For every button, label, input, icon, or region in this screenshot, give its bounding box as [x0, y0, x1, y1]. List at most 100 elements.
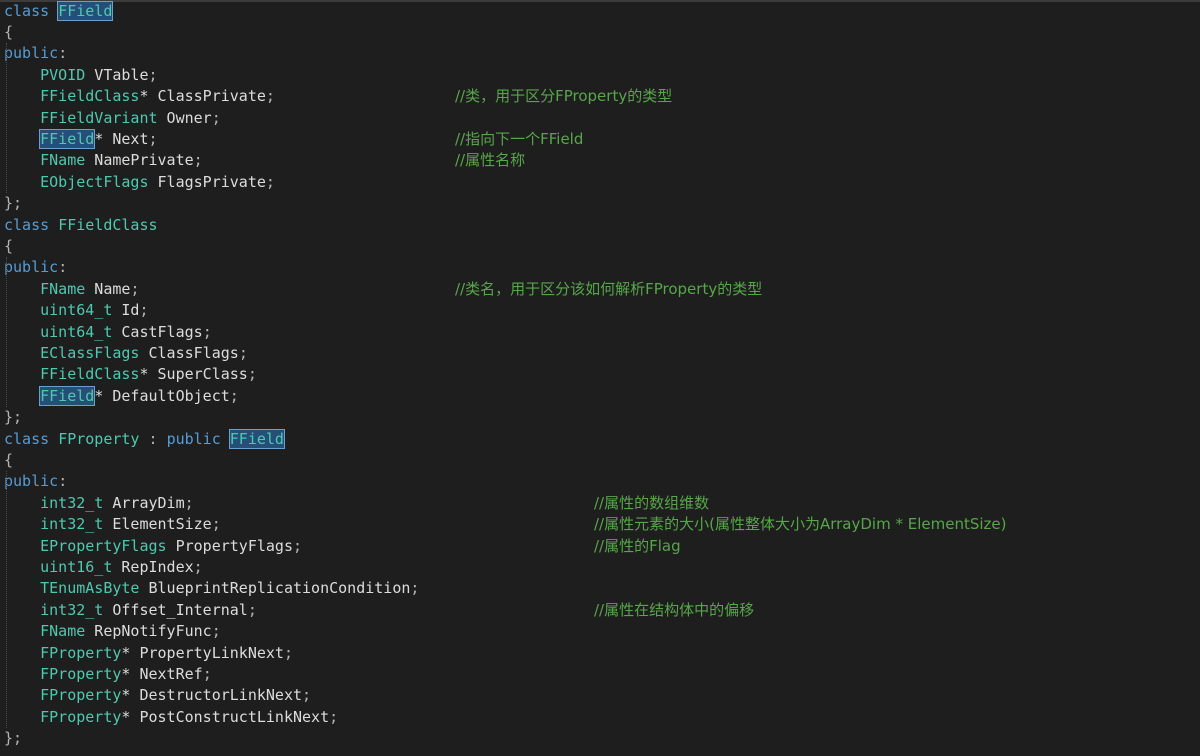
highlighted-token: FField [228, 428, 285, 449]
code-token: ; [229, 386, 239, 405]
code-line[interactable]: class FProperty : public FField [0, 428, 1200, 450]
code-text: uint64_t CastFlags; [4, 322, 212, 343]
highlighted-token: FField [57, 0, 114, 21]
code-line[interactable]: FFieldClass* ClassPrivate; //类，用于区分FPrope… [0, 86, 1200, 107]
code-line[interactable]: FProperty* DestructorLinkNext; [0, 685, 1200, 706]
code-line[interactable]: }; [0, 407, 1200, 428]
code-line[interactable]: FProperty* PostConstructLinkNext; [0, 707, 1200, 728]
code-token: FFieldClass [58, 215, 158, 234]
code-text: FProperty* NextRef; [4, 664, 212, 685]
code-line[interactable]: { [0, 450, 1200, 471]
code-line[interactable]: FFieldVariant Owner; [0, 108, 1200, 129]
code-line[interactable]: EPropertyFlags PropertyFlags; //属性的Flag [0, 536, 1200, 557]
code-token: FFieldVariant [40, 108, 158, 127]
code-line[interactable]: FFieldClass* SuperClass; [0, 364, 1200, 385]
code-line[interactable]: public: [0, 257, 1200, 278]
code-token: Id [112, 301, 140, 320]
code-token: ; [202, 322, 212, 341]
code-text: int32_t Offset_Internal; [4, 600, 257, 621]
code-line[interactable]: FField* Next; //指向下一个FField [0, 128, 1200, 150]
code-line[interactable]: FField* DefaultObject; [0, 385, 1200, 407]
code-line[interactable]: { [0, 236, 1200, 257]
code-token: * PostConstructLinkNext [121, 707, 330, 726]
code-line[interactable]: public: [0, 43, 1200, 64]
code-token: ; [130, 279, 140, 298]
code-token: public [4, 472, 59, 491]
code-token: public [166, 429, 221, 448]
code-line[interactable]: FName NamePrivate; //属性名称 [0, 150, 1200, 171]
code-editor[interactable]: class FField{public: PVOID VTable; FFiel… [0, 0, 1200, 756]
code-line[interactable]: EClassFlags ClassFlags; [0, 343, 1200, 364]
code-line[interactable]: FName Name; //类名，用于区分该如何解析FProperty的类型 [0, 279, 1200, 300]
code-token: BlueprintReplicationCondition [139, 579, 411, 598]
code-line[interactable]: FProperty* PropertyLinkNext; [0, 643, 1200, 664]
code-text: uint64_t Id; [4, 300, 148, 321]
code-token: ; [148, 129, 158, 148]
code-comment: //指向下一个FField [455, 129, 584, 148]
code-line[interactable]: { [0, 22, 1200, 43]
code-line[interactable]: int32_t ElementSize; //属性元素的大小(属性整体大小为Arr… [0, 514, 1200, 535]
code-line[interactable]: uint64_t CastFlags; [0, 322, 1200, 343]
code-text: FProperty* PostConstructLinkNext; [4, 707, 338, 728]
code-text: class FField [4, 0, 114, 22]
code-token: ; [247, 600, 257, 619]
code-line[interactable]: uint64_t Id; [0, 300, 1200, 321]
code-token: FProperty [40, 686, 122, 705]
code-token: VTable [85, 65, 149, 84]
code-token: FProperty [58, 429, 140, 448]
code-line[interactable]: uint16_t RepIndex; [0, 557, 1200, 578]
code-token: ; [283, 643, 293, 662]
code-line[interactable]: PVOID VTable; [0, 65, 1200, 86]
code-text: class FFieldClass [4, 215, 158, 236]
code-token: PropertyFlags [166, 536, 293, 555]
code-token: { [4, 236, 14, 255]
code-text: EClassFlags ClassFlags; [4, 343, 248, 364]
code-line[interactable]: TEnumAsByte BlueprintReplicationConditio… [0, 578, 1200, 599]
code-token: FProperty [40, 643, 122, 662]
code-comment: //属性元素的大小(属性整体大小为ArrayDim * ElementSize) [594, 515, 1007, 534]
code-token: * DefaultObject [94, 386, 230, 405]
code-token: FName [40, 151, 86, 170]
code-token: ; [238, 343, 248, 362]
code-line[interactable]: class FField [0, 0, 1200, 22]
code-token: Offset_Internal [103, 600, 248, 619]
code-token: public [4, 44, 59, 63]
code-token: FName [40, 622, 86, 641]
code-line[interactable]: FProperty* NextRef; [0, 664, 1200, 685]
code-line[interactable]: class FFieldClass [0, 215, 1200, 236]
code-token: ; [148, 65, 158, 84]
code-line[interactable]: }; [0, 193, 1200, 214]
code-line[interactable]: public: [0, 471, 1200, 492]
code-token: class [4, 1, 50, 20]
code-token: * NextRef [121, 664, 203, 683]
code-line[interactable]: }; [0, 728, 1200, 749]
code-token: int32_t [40, 493, 104, 512]
code-line[interactable]: FName RepNotifyFunc; [0, 621, 1200, 642]
code-token: int32_t [40, 600, 104, 619]
code-line[interactable]: int32_t Offset_Internal; //属性在结构体中的偏移 [0, 600, 1200, 621]
code-line[interactable]: int32_t ArrayDim; //属性的数组维数 [0, 493, 1200, 514]
code-line[interactable]: EObjectFlags FlagsPrivate; [0, 172, 1200, 193]
code-text: public: [4, 257, 67, 278]
code-token: EPropertyFlags [40, 536, 167, 555]
code-text: TEnumAsByte BlueprintReplicationConditio… [4, 578, 419, 599]
code-text: { [4, 236, 13, 257]
code-token: ; [184, 493, 194, 512]
code-token: FProperty [40, 707, 122, 726]
code-token: uint64_t [40, 322, 113, 341]
code-text: PVOID VTable; [4, 65, 158, 86]
